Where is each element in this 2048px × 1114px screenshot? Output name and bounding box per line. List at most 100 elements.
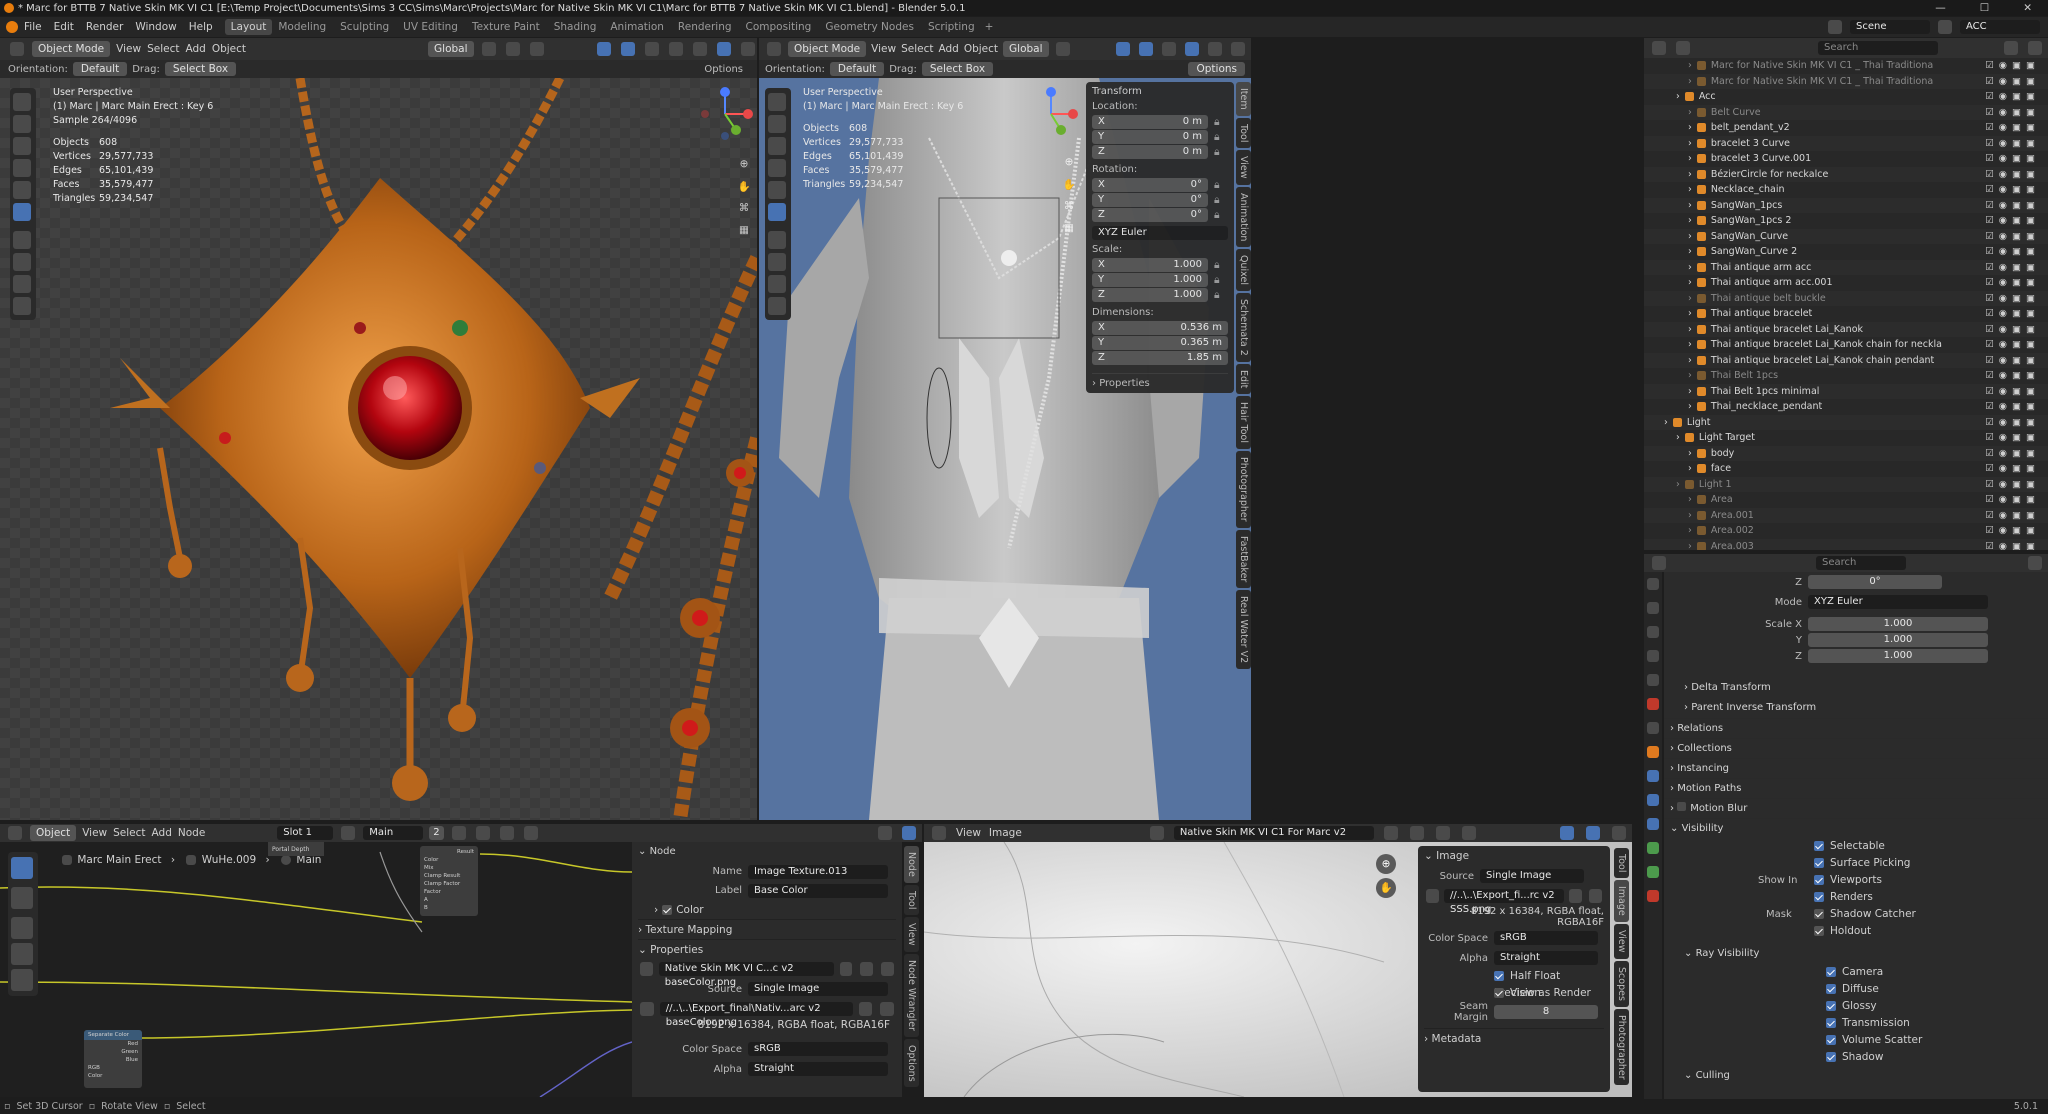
expand-arrow-icon[interactable]: › (1688, 122, 1692, 133)
snap-icon[interactable] (878, 826, 892, 840)
camera-ray-checkbox[interactable]: Camera (1826, 964, 2048, 981)
visibility-toggles-icon[interactable]: ☑◉▣▣ (1985, 105, 2040, 121)
tab-view[interactable]: View (904, 917, 919, 952)
overlay-toggle-icon[interactable] (621, 42, 635, 56)
outliner-row[interactable]: › Area ☑◉▣▣ (1644, 492, 2048, 508)
transform-orientation-dropdown[interactable]: Global (1003, 41, 1049, 57)
properties-subpanel[interactable]: › Properties (1092, 373, 1228, 389)
expand-arrow-icon[interactable]: › (1688, 401, 1692, 412)
move-tool-icon[interactable] (768, 137, 786, 155)
grid-view-icon[interactable]: ▦ (1059, 222, 1079, 240)
drag-dropdown[interactable]: Select Box (164, 62, 237, 76)
zoom-icon[interactable]: ⊕ (1376, 854, 1396, 874)
visibility-toggles-icon[interactable]: ☑◉▣▣ (1985, 461, 2040, 477)
scale-z-field[interactable]: 1.000 (1808, 649, 1988, 663)
expand-arrow-icon[interactable]: › (1688, 76, 1692, 87)
tab-compositing[interactable]: Compositing (746, 21, 812, 33)
shading-rendered-icon[interactable] (1231, 42, 1245, 56)
shading-solid-icon[interactable] (1185, 42, 1199, 56)
menu-select[interactable]: Select (147, 43, 179, 55)
reload-icon[interactable] (1588, 889, 1603, 903)
image-name-field[interactable]: Native Skin MK VI C...c v2 baseColor.png (658, 962, 834, 988)
outliner-row[interactable]: › SangWan_1pcs 2 ☑◉▣▣ (1644, 213, 2048, 229)
collection-tab-icon[interactable] (1647, 722, 1659, 734)
motion-paths-panel[interactable]: › Motion Paths (1664, 778, 2048, 798)
visibility-toggles-icon[interactable]: ☑◉▣▣ (1985, 368, 2040, 384)
outliner-row[interactable]: › Marc for Native Skin MK VI C1 _ Thai Tr… (1644, 73, 2048, 89)
menu-view[interactable]: View (82, 827, 107, 839)
view-layer-tab-icon[interactable] (1647, 650, 1659, 662)
shading-wire-icon[interactable] (645, 42, 659, 56)
expand-arrow-icon[interactable]: › (1688, 463, 1692, 474)
orientation-dropdown[interactable]: Default (829, 62, 885, 76)
material-users-count[interactable]: 2 (429, 826, 444, 840)
move-tool-icon[interactable] (13, 137, 31, 155)
rotate-tool-icon[interactable] (768, 159, 786, 177)
measure-tool-icon[interactable] (13, 253, 31, 271)
folder-icon[interactable] (858, 1002, 873, 1016)
outliner-row[interactable]: › bracelet 3 Curve ☑◉▣▣ (1644, 135, 2048, 151)
annotate-tool-icon[interactable] (768, 231, 786, 249)
pan-hand-icon[interactable]: ✋ (734, 180, 754, 198)
display-mode-icon[interactable] (1676, 41, 1690, 55)
expand-arrow-icon[interactable]: › (1688, 60, 1692, 71)
options-dropdown[interactable]: Options (704, 64, 743, 75)
expand-arrow-icon[interactable]: › (1676, 479, 1680, 490)
particles-tab-icon[interactable] (1647, 794, 1659, 806)
physics-tab-icon[interactable] (1647, 818, 1659, 830)
tab-tool[interactable]: Tool (1614, 848, 1629, 879)
mix-node[interactable]: Result Color Mix Clamp Result Clamp Fact… (420, 846, 478, 916)
image-editor-canvas[interactable]: ⊕ ✋ ⌄ Image Source Single Image //..\..\E… (924, 842, 1632, 1097)
tab-scripting[interactable]: Scripting (928, 21, 975, 33)
outliner-row[interactable]: › Light 1 ☑◉▣▣ (1644, 476, 2048, 493)
expand-arrow-icon[interactable]: › (1688, 262, 1692, 273)
object-mode-dropdown[interactable]: Object Mode (32, 41, 111, 57)
display-channels-icon[interactable] (1612, 826, 1626, 840)
ray-visibility-subpanel[interactable]: ⌄ Ray Visibility (1664, 944, 2048, 964)
node-properties-panel[interactable]: ⌄ Properties (638, 939, 896, 959)
outliner-row[interactable]: › Thai antique arm acc ☑◉▣▣ (1644, 259, 2048, 275)
visibility-toggles-icon[interactable]: ☑◉▣▣ (1985, 244, 2040, 260)
menu-window[interactable]: Window (135, 21, 176, 33)
expand-arrow-icon[interactable]: › (1688, 277, 1692, 288)
visibility-toggles-icon[interactable]: ☑◉▣▣ (1985, 477, 2040, 493)
rotation-z-field[interactable]: Z 0° (1092, 208, 1208, 222)
shader-type-dropdown[interactable]: Object (30, 825, 77, 841)
pin-icon[interactable] (523, 826, 538, 840)
outliner-row[interactable]: › Thai_necklace_pendant ☑◉▣▣ (1644, 399, 2048, 415)
menu-object[interactable]: Object (212, 43, 246, 55)
visibility-toggles-icon[interactable]: ☑◉▣▣ (1985, 430, 2040, 446)
transmission-ray-checkbox[interactable]: Transmission (1826, 1015, 2048, 1032)
camera-view-icon[interactable]: ⌘ (734, 202, 754, 220)
expand-arrow-icon[interactable]: › (1688, 494, 1692, 505)
add-object-tool-icon[interactable] (768, 297, 786, 315)
lock-icon[interactable]: 🔒︎ (1214, 116, 1220, 129)
lock-icon[interactable]: 🔒︎ (1214, 259, 1220, 272)
open-image-icon[interactable] (860, 962, 874, 976)
data-tab-icon[interactable] (1647, 866, 1659, 878)
view-layer-icon[interactable] (1938, 20, 1952, 34)
slot-dropdown[interactable]: Slot 1 (277, 826, 334, 840)
expand-arrow-icon[interactable]: › (1688, 541, 1692, 551)
tab-shading[interactable]: Shading (554, 21, 597, 33)
material-tab-icon[interactable] (1647, 890, 1659, 902)
tab-tool[interactable]: Tool (904, 884, 919, 916)
expand-arrow-icon[interactable]: › (1688, 324, 1692, 335)
rotation-y-field[interactable]: Y 0° (1092, 193, 1208, 207)
outliner-row[interactable]: › face ☑◉▣▣ (1644, 461, 2048, 477)
renders-checkbox[interactable]: Renders (1814, 889, 2048, 906)
tab-sculpting[interactable]: Sculpting (340, 21, 389, 33)
source-dropdown[interactable]: Single Image (1480, 869, 1584, 883)
pivot-icon[interactable] (481, 42, 496, 56)
portal-depth-node[interactable]: Portal Depth (268, 842, 324, 856)
visibility-toggles-icon[interactable]: ☑◉▣▣ (1985, 167, 2040, 183)
image-path-field[interactable]: //..\..\Export_fi...rc v2 SSS.png (1444, 889, 1564, 915)
fake-user-icon[interactable] (1383, 826, 1398, 840)
editor-type-icon[interactable] (932, 826, 946, 840)
orientation-dropdown[interactable]: Default (72, 62, 128, 76)
modifier-tab-icon[interactable] (1647, 770, 1659, 782)
expand-arrow-icon[interactable]: › (1688, 525, 1692, 536)
menu-view[interactable]: View (871, 43, 896, 55)
image-panel-title[interactable]: ⌄ Image (1424, 850, 1604, 866)
navigation-gizmo[interactable] (690, 86, 757, 142)
